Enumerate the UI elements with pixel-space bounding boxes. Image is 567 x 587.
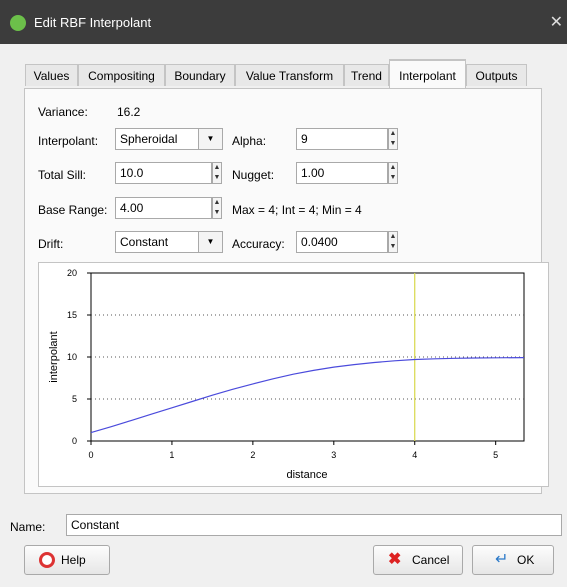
ok-button-label: OK <box>517 553 535 567</box>
tab-trend[interactable]: Trend <box>344 64 389 86</box>
chart-svg: 0 5 10 15 20 0 1 2 3 4 5 distance interpolant <box>48 268 525 481</box>
cancel-x-icon: ✖ <box>388 551 402 568</box>
accuracy-field[interactable]: 0.0400 <box>296 231 388 253</box>
interpolant-label: Interpolant: <box>38 134 99 148</box>
interpolant-select[interactable]: Spheroidal <box>115 128 199 150</box>
enter-arrow-icon: ↵ <box>495 551 509 568</box>
tab-outputs[interactable]: Outputs <box>466 64 527 86</box>
variogram-chart: 0 5 10 15 20 0 1 2 3 4 5 distance interpolant <box>38 262 549 487</box>
alpha-field[interactable]: 9 <box>296 128 388 150</box>
alpha-spinner[interactable]: ▲ ▼ <box>388 128 398 150</box>
nugget-label: Nugget: <box>232 168 275 182</box>
tab-interpolant[interactable]: Interpolant <box>389 59 466 88</box>
nugget-field[interactable]: 1.00 <box>296 162 388 184</box>
y-tick-label: 15 <box>67 310 77 320</box>
base-range-label: Base Range: <box>38 203 108 217</box>
y-tick-label: 0 <box>72 436 77 446</box>
drift-dropdown-button[interactable]: ▼ <box>199 231 223 253</box>
range-summary: Max = 4; Int = 4; Min = 4 <box>232 203 362 217</box>
accuracy-spinner[interactable]: ▲ ▼ <box>388 231 398 253</box>
total-sill-label: Total Sill: <box>38 168 87 182</box>
x-tick-label: 1 <box>169 450 174 460</box>
name-label: Name: <box>10 520 46 534</box>
base-range-spinner[interactable]: ▲ ▼ <box>212 197 222 219</box>
y-tick-label: 5 <box>72 394 77 404</box>
x-tick-label: 0 <box>88 450 93 460</box>
ok-button[interactable]: ↵ OK <box>472 545 554 575</box>
x-tick-label: 4 <box>412 450 417 460</box>
total-sill-spinner[interactable]: ▲ ▼ <box>212 162 222 184</box>
tab-compositing[interactable]: Compositing <box>78 64 165 86</box>
variance-label: Variance: <box>38 105 88 119</box>
help-button[interactable]: Help <box>24 545 110 575</box>
x-tick-label: 3 <box>331 450 336 460</box>
title-bar: Edit RBF Interpolant ✕ <box>0 0 567 44</box>
y-axis-label: interpolant <box>48 331 60 382</box>
nugget-spinner[interactable]: ▲ ▼ <box>388 162 398 184</box>
cancel-button-label: Cancel <box>412 553 450 567</box>
app-icon <box>10 15 26 31</box>
name-input[interactable]: Constant <box>66 514 562 536</box>
base-range-field[interactable]: 4.00 <box>115 197 212 219</box>
help-button-label: Help <box>61 553 86 567</box>
drift-label: Drift: <box>38 237 64 251</box>
interpolant-dropdown-button[interactable]: ▼ <box>199 128 223 150</box>
x-tick-label: 5 <box>493 450 498 460</box>
tab-value-transform[interactable]: Value Transform <box>235 64 344 86</box>
total-sill-field[interactable]: 10.0 <box>115 162 212 184</box>
close-icon[interactable]: ✕ <box>550 12 563 32</box>
x-axis-label: distance <box>287 469 328 481</box>
variance-value: 16.2 <box>117 105 141 119</box>
chevron-down-icon: ▼ <box>206 237 215 246</box>
y-tick-label: 10 <box>67 352 77 362</box>
alpha-label: Alpha: <box>232 134 267 148</box>
y-tick-label: 20 <box>67 268 77 278</box>
tab-values[interactable]: Values <box>25 64 78 86</box>
window-title: Edit RBF Interpolant <box>34 15 152 30</box>
x-tick-label: 2 <box>250 450 255 460</box>
chevron-down-icon: ▼ <box>206 134 215 143</box>
tab-boundary[interactable]: Boundary <box>165 64 235 86</box>
accuracy-label: Accuracy: <box>232 237 285 251</box>
drift-select[interactable]: Constant <box>115 231 199 253</box>
lifebuoy-icon <box>39 552 55 568</box>
cancel-button[interactable]: ✖ Cancel <box>373 545 463 575</box>
